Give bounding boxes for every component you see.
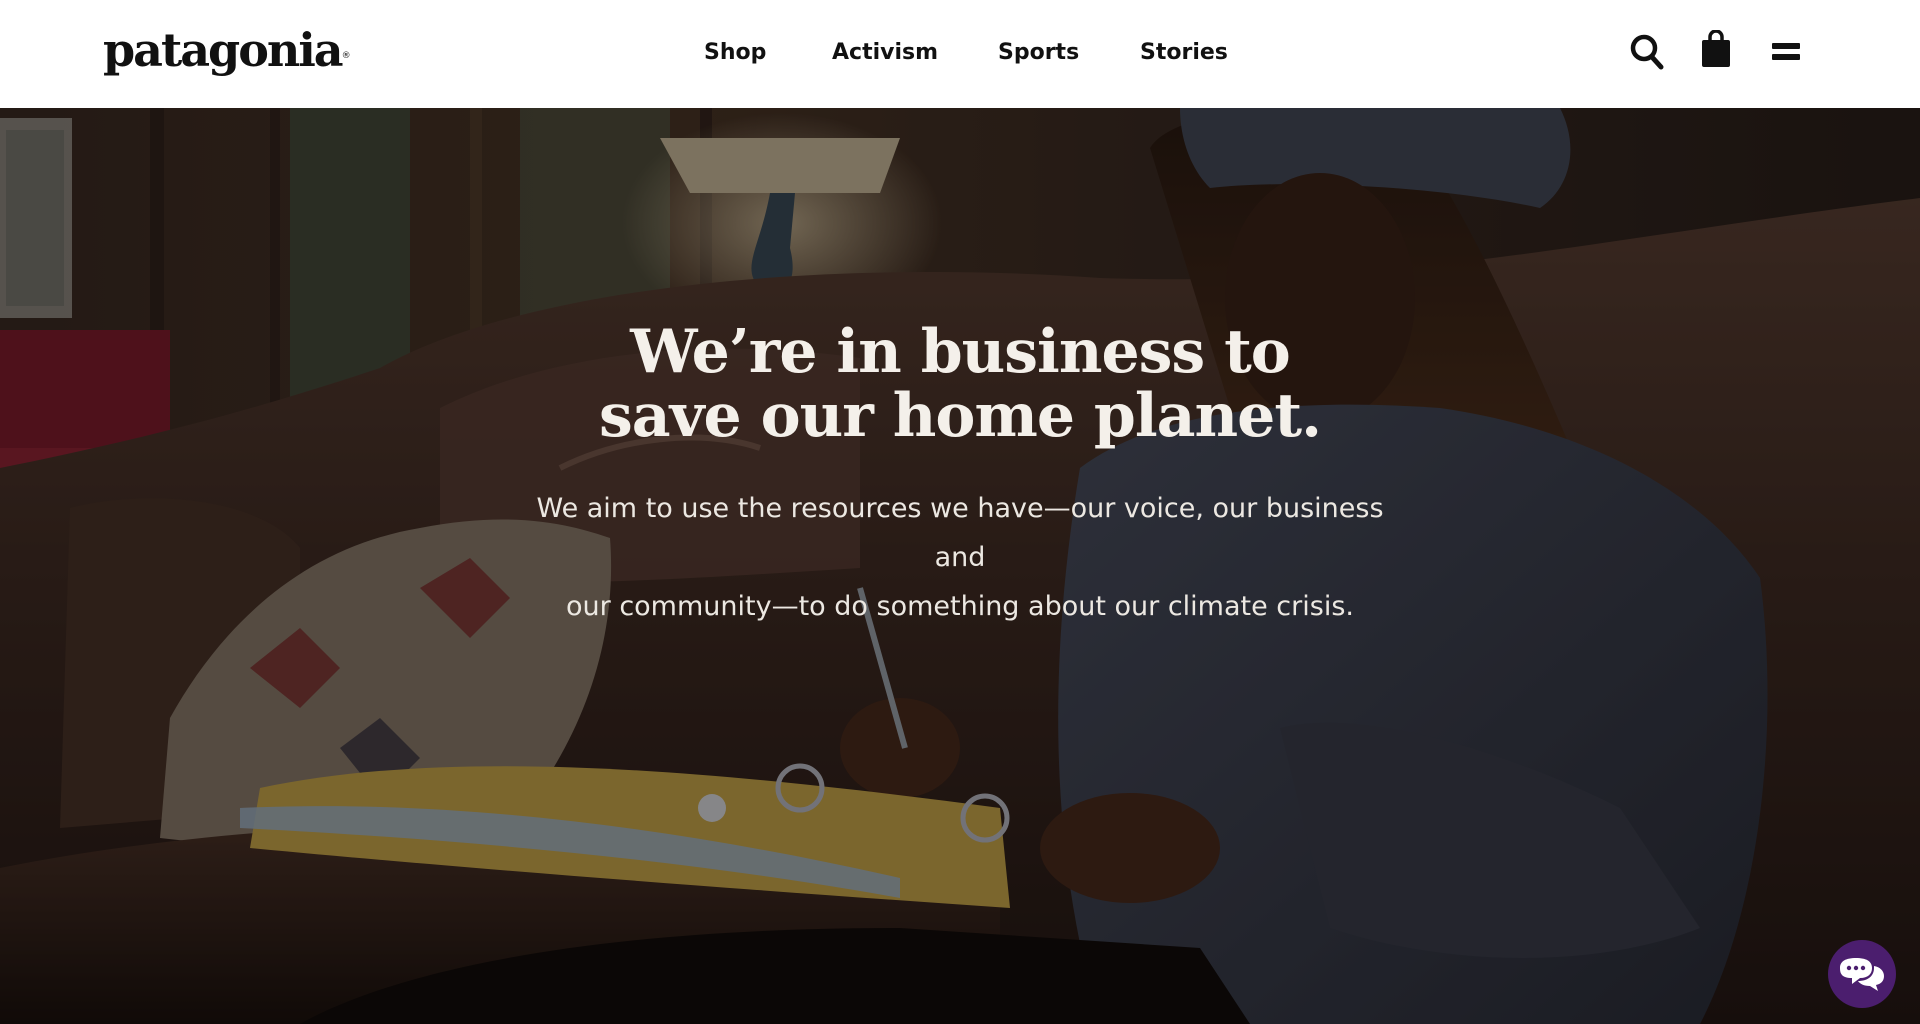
menu-button[interactable] — [1771, 41, 1801, 65]
hero-subtext-line-2: our community—to do something about our … — [566, 591, 1354, 622]
hero-section: We’re in business to save our home plane… — [0, 108, 1920, 1024]
nav-item-stories[interactable]: Stories — [1140, 38, 1228, 68]
hero-headline: We’re in business to save our home plane… — [0, 320, 1920, 448]
search-button[interactable] — [1630, 34, 1664, 70]
nav-item-sports[interactable]: Sports — [998, 38, 1079, 68]
nav-item-activism[interactable]: Activism — [832, 38, 938, 68]
chat-button[interactable] — [1828, 940, 1896, 1008]
hero-headline-line-1: We’re in business to — [630, 317, 1291, 387]
hero-headline-line-2: save our home planet. — [599, 381, 1322, 451]
shopping-bag-icon — [1702, 29, 1730, 67]
nav-item-shop[interactable]: Shop — [704, 38, 766, 68]
cart-button[interactable] — [1700, 29, 1732, 68]
hero-subtext-line-1: We aim to use the resources we have—our … — [536, 493, 1384, 573]
search-icon — [1630, 34, 1664, 70]
hero-subtext: We aim to use the resources we have—our … — [530, 484, 1390, 631]
menu-icon — [1772, 43, 1800, 60]
site-header: patagonia ® Shop Activism Sports Stories — [0, 0, 1920, 108]
hero-text-block: We’re in business to save our home plane… — [0, 320, 1920, 631]
chat-bubbles-icon — [1840, 958, 1884, 991]
